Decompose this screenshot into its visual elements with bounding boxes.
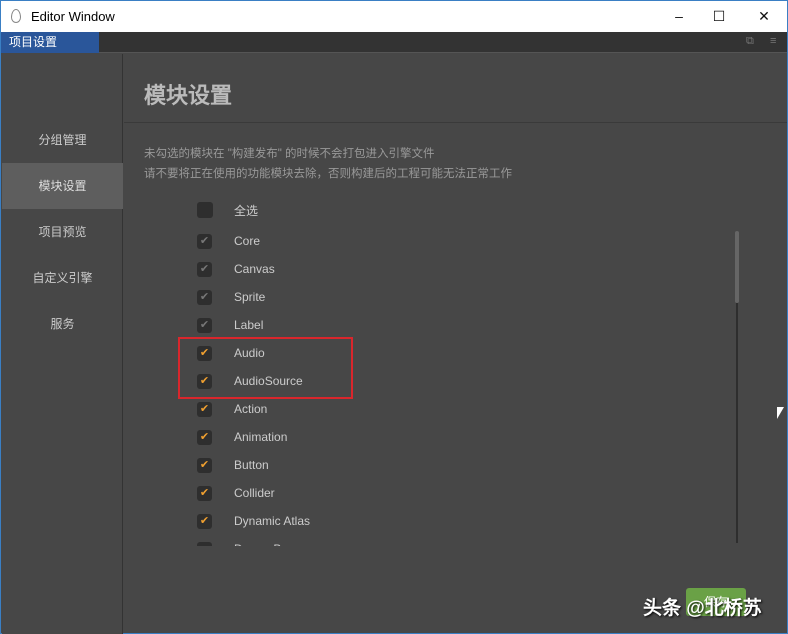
tab-project-settings[interactable]: 项目设置 [1,32,99,53]
module-label: Button [234,458,269,472]
checkbox: ✔ [197,234,212,249]
description-line-1: 未勾选的模块在 "构建发布" 的时候不会打包进入引擎文件 [144,148,435,160]
select-all-checkbox[interactable]: 全选 [174,196,574,224]
module-label: Core [234,234,261,248]
close-button[interactable]: ✕ [749,5,779,27]
checkbox[interactable] [197,542,212,546]
sidebar-item-preview[interactable]: 项目预览 [2,209,123,255]
module-item[interactable]: ✔ Collider [174,480,574,508]
module-label: Canvas [234,262,275,276]
description-line-2: 请不要将正在使用的功能模块去除，否则构建后的工程可能无法正常工作 [144,168,512,180]
checkbox[interactable]: ✔ [197,486,212,501]
module-label: DragonBones [234,542,307,546]
highlight-box [178,337,353,399]
checkbox[interactable]: ✔ [197,430,212,445]
module-item[interactable]: DragonBones [174,536,574,546]
module-label: Label [234,318,264,332]
module-label: Collider [234,486,275,500]
checkbox[interactable]: ✔ [197,458,212,473]
module-item[interactable]: ✔ Label [174,312,574,340]
checkbox: ✔ [197,262,212,277]
sidebar-item-custom-engine[interactable]: 自定义引擎 [2,255,123,301]
sidebar: 分组管理 模块设置 项目预览 自定义引擎 服务 [2,54,123,634]
watermark: 头条 @北桥苏 [643,598,762,619]
scrollbar-thumb[interactable] [735,231,739,303]
mouse-cursor-icon [777,407,784,419]
app-logo-icon [11,9,21,23]
select-all-label: 全选 [234,204,259,218]
sidebar-item-services[interactable]: 服务 [2,301,123,347]
module-label: Action [234,402,268,416]
checkbox[interactable]: ✔ [197,402,212,417]
checkbox[interactable]: ✔ [197,514,212,529]
sidebar-item-modules[interactable]: 模块设置 [2,163,123,209]
module-item[interactable]: ✔ Animation [174,424,574,452]
window-title: Editor Window [31,9,115,24]
maximize-button[interactable]: ☐ [704,5,734,27]
checkbox[interactable] [197,202,213,218]
module-item[interactable]: ✔ Core [174,228,574,256]
title-bar: Editor Window – ☐ ✕ [1,1,787,32]
module-label: Animation [234,430,288,444]
checkbox: ✔ [197,290,212,305]
module-item[interactable]: ✔ Dynamic Atlas [174,508,574,536]
checkbox: ✔ [197,318,212,333]
page-title: 模块设置 [144,83,233,108]
sidebar-item-groups[interactable]: 分组管理 [2,117,123,163]
module-item[interactable]: ✔ Button [174,452,574,480]
header: 模块设置 [124,54,787,123]
module-label: Sprite [234,290,266,304]
popout-icon[interactable]: ⧉ [746,35,754,48]
minimize-button[interactable]: – [664,5,694,27]
module-item[interactable]: ✔ Sprite [174,284,574,312]
menu-icon[interactable]: ≡ [770,35,776,47]
tab-bar: 项目设置 ⧉ ≡ [1,32,787,53]
module-item[interactable]: ✔ Canvas [174,256,574,284]
module-label: Dynamic Atlas [234,514,311,528]
module-item[interactable]: ✔ Action [174,396,574,424]
